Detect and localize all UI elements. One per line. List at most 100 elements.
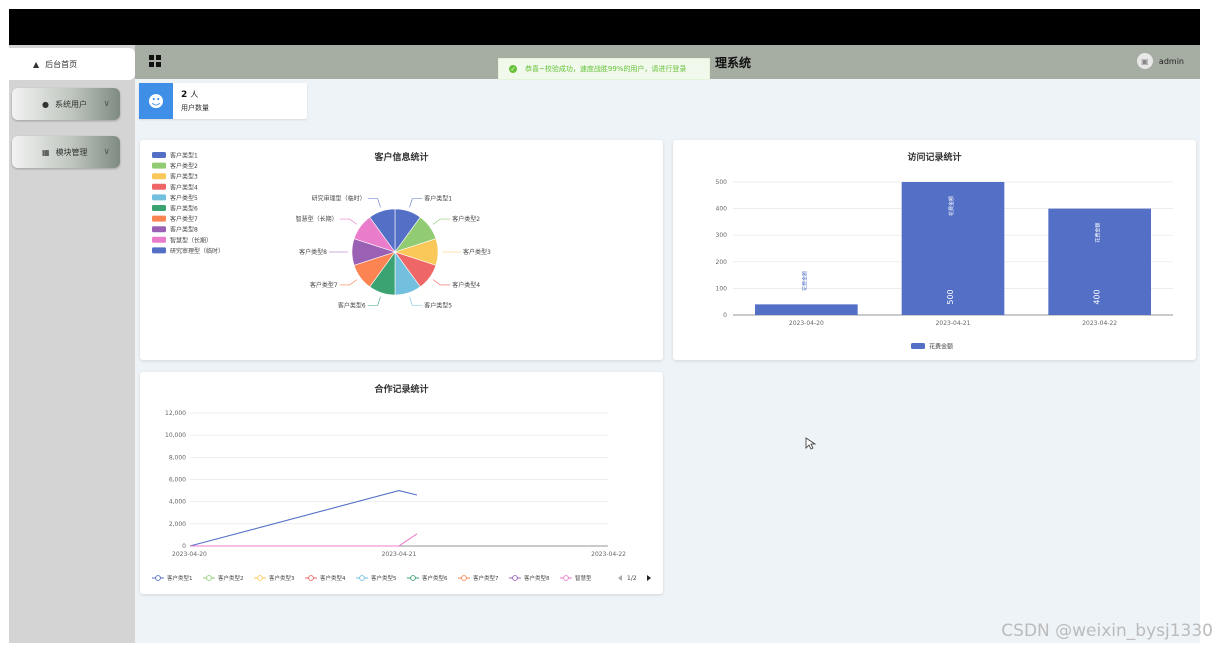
legend-label: 客户类型4 bbox=[320, 574, 346, 582]
success-toast: ✓ 恭喜~校验成功，速度战胜99%的用户，请进行登录 bbox=[498, 58, 710, 80]
pie-slice-label: 客户类型1 bbox=[424, 195, 452, 203]
legend-label: 客户类型4 bbox=[170, 183, 198, 191]
x-tick-label: 2023-04-22 bbox=[1082, 320, 1117, 327]
pie-slice-label: 客户类型2 bbox=[452, 215, 480, 223]
legend-label: 客户类型6 bbox=[170, 205, 198, 213]
legend-label: 客户类型2 bbox=[218, 574, 244, 582]
legend-swatch bbox=[911, 343, 925, 349]
y-tick-label: 200 bbox=[716, 259, 728, 266]
sidebar: ▲ 后台首页 ● 系统用户 ∨ ▦ 模块管理 ∨ bbox=[9, 45, 135, 643]
legend-swatch bbox=[152, 247, 166, 254]
pie-label-line bbox=[339, 279, 358, 286]
sidebar-item-module-management[interactable]: ▦ 模块管理 ∨ bbox=[12, 136, 120, 168]
legend-marker bbox=[257, 575, 263, 581]
pager-next-icon bbox=[647, 575, 651, 581]
pie-slice-label: 客户类型4 bbox=[452, 281, 480, 289]
username: admin bbox=[1158, 56, 1184, 66]
y-tick-label: 8,000 bbox=[169, 454, 186, 461]
pie-label-line bbox=[432, 218, 451, 225]
legend-swatch bbox=[152, 162, 166, 169]
pie-slice-label: 客户类型7 bbox=[310, 281, 338, 289]
y-tick-label: 100 bbox=[716, 285, 728, 292]
legend-label: 客户类型2 bbox=[170, 162, 198, 170]
customer-info-card: 客户信息统计 客户类型1 客户类型2 客户类型3 客户类型4 客户类型5 客户类型6 客户类… bbox=[140, 140, 663, 360]
legend-label: 客户类型7 bbox=[170, 215, 198, 223]
cooperation-record-card: 合作记录统计 0 2,000 4,000 6,000 8,000 10,000 12,000… bbox=[140, 372, 663, 594]
legend-label: 客户类型8 bbox=[170, 226, 198, 234]
x-tick-label: 2023-04-22 bbox=[591, 551, 626, 558]
bar-data-label: 500 bbox=[946, 289, 955, 304]
legend-label: 研究审理型（临时） bbox=[170, 247, 224, 255]
chevron-down-icon: ∨ bbox=[103, 99, 110, 109]
legend-label: 客户类型6 bbox=[422, 574, 448, 582]
main-content: ☻ 2人 用户数量 客户信息统计 客户类型1 客户类型2 客户类型3 客户类型4 客户类… bbox=[135, 79, 1200, 643]
legend-swatch bbox=[152, 205, 166, 211]
line-chart: 0 2,000 4,000 6,000 8,000 10,000 12,000 2023-04… bbox=[152, 410, 651, 582]
y-tick-label: 400 bbox=[716, 206, 728, 213]
top-black-bar bbox=[9, 9, 1200, 45]
toast-message: 恭喜~校验成功，速度战胜99%的用户，请进行登录 bbox=[525, 65, 687, 73]
pie-slice-label: 客户类型6 bbox=[338, 301, 366, 309]
legend-label: 智慧型（长期） bbox=[170, 236, 212, 244]
x-tick-label: 2023-04-20 bbox=[172, 551, 207, 558]
grid-icon: ▦ bbox=[42, 147, 50, 157]
series-line bbox=[189, 490, 418, 547]
legend-marker bbox=[410, 575, 416, 581]
legend-swatch bbox=[152, 194, 166, 201]
user-count: 2人 bbox=[181, 90, 199, 100]
avatar: ▣ bbox=[1136, 53, 1153, 69]
pie-label-line bbox=[367, 198, 381, 208]
legend-label: 客户类型5 bbox=[371, 574, 397, 582]
y-tick-label: 0 bbox=[723, 312, 727, 319]
x-tick-label: 2023-04-20 bbox=[789, 320, 824, 327]
legend-label: 客户类型3 bbox=[269, 574, 295, 582]
pager-prev-icon bbox=[618, 575, 622, 581]
y-tick-label: 500 bbox=[716, 179, 728, 186]
user-count-card: ☻ 2人 用户数量 bbox=[139, 83, 307, 119]
legend-swatch bbox=[152, 236, 166, 243]
pie-slice-label: 研究审理型（临时） bbox=[312, 195, 366, 203]
legend-label: 客户类型8 bbox=[524, 574, 550, 582]
bar bbox=[755, 304, 858, 315]
legend-marker bbox=[206, 575, 212, 581]
legend-label: 客户类型5 bbox=[170, 194, 198, 202]
y-tick-label: 6,000 bbox=[169, 477, 186, 484]
sidebar-item-home[interactable]: ▲ 后台首页 bbox=[9, 48, 135, 80]
y-tick-label: 4,000 bbox=[169, 499, 186, 506]
legend-label: 客户类型3 bbox=[170, 173, 198, 181]
mouse-cursor-icon bbox=[805, 437, 817, 450]
pie-label-line bbox=[339, 218, 358, 225]
chevron-down-icon: ∨ bbox=[103, 147, 110, 157]
bar-data-label: 400 bbox=[1093, 289, 1102, 304]
sidebar-item-system-users[interactable]: ● 系统用户 ∨ bbox=[12, 88, 120, 120]
bar-series-label: 花费金额 bbox=[801, 271, 808, 291]
legend-marker bbox=[512, 575, 518, 581]
legend-label: 客户类型1 bbox=[167, 574, 193, 582]
y-tick-label: 300 bbox=[716, 232, 728, 239]
check-circle-icon: ✓ bbox=[509, 65, 517, 73]
visit-record-card: 访问记录统计 0 100 200 300 400 500 2023-04-20 花费金额 202… bbox=[673, 140, 1196, 360]
x-tick-label: 2023-04-21 bbox=[936, 320, 971, 327]
legend-label: 智慧型 bbox=[575, 574, 592, 582]
bar-series-label: 花费金额 bbox=[948, 196, 955, 216]
bar-series-label: 花费金额 bbox=[1095, 223, 1102, 243]
user-menu[interactable]: ▣ admin bbox=[1136, 53, 1184, 69]
page-title: 理系统 bbox=[715, 56, 752, 70]
pie-label-line bbox=[409, 198, 423, 208]
y-tick-label: 10,000 bbox=[165, 432, 186, 439]
legend-marker bbox=[563, 575, 569, 581]
pie-slice-label: 客户类型3 bbox=[463, 248, 491, 256]
series-line bbox=[190, 533, 418, 547]
legend-swatch bbox=[152, 152, 166, 158]
pie-slice-label: 智慧型（长期） bbox=[296, 215, 338, 223]
pie-slice-label: 客户类型8 bbox=[299, 248, 327, 256]
user-icon: ☻ bbox=[139, 83, 173, 119]
user-icon: ● bbox=[42, 99, 49, 109]
menu-toggle-icon[interactable] bbox=[149, 55, 161, 67]
user-count-label: 用户数量 bbox=[181, 104, 209, 112]
bar-chart: 0 100 200 300 400 500 2023-04-20 花费金额 2023-04-21… bbox=[716, 179, 1173, 351]
legend-label: 花费金额 bbox=[929, 343, 953, 351]
legend-label: 客户类型7 bbox=[473, 574, 499, 582]
x-tick-label: 2023-04-21 bbox=[382, 551, 417, 558]
home-icon: ▲ bbox=[33, 59, 40, 69]
